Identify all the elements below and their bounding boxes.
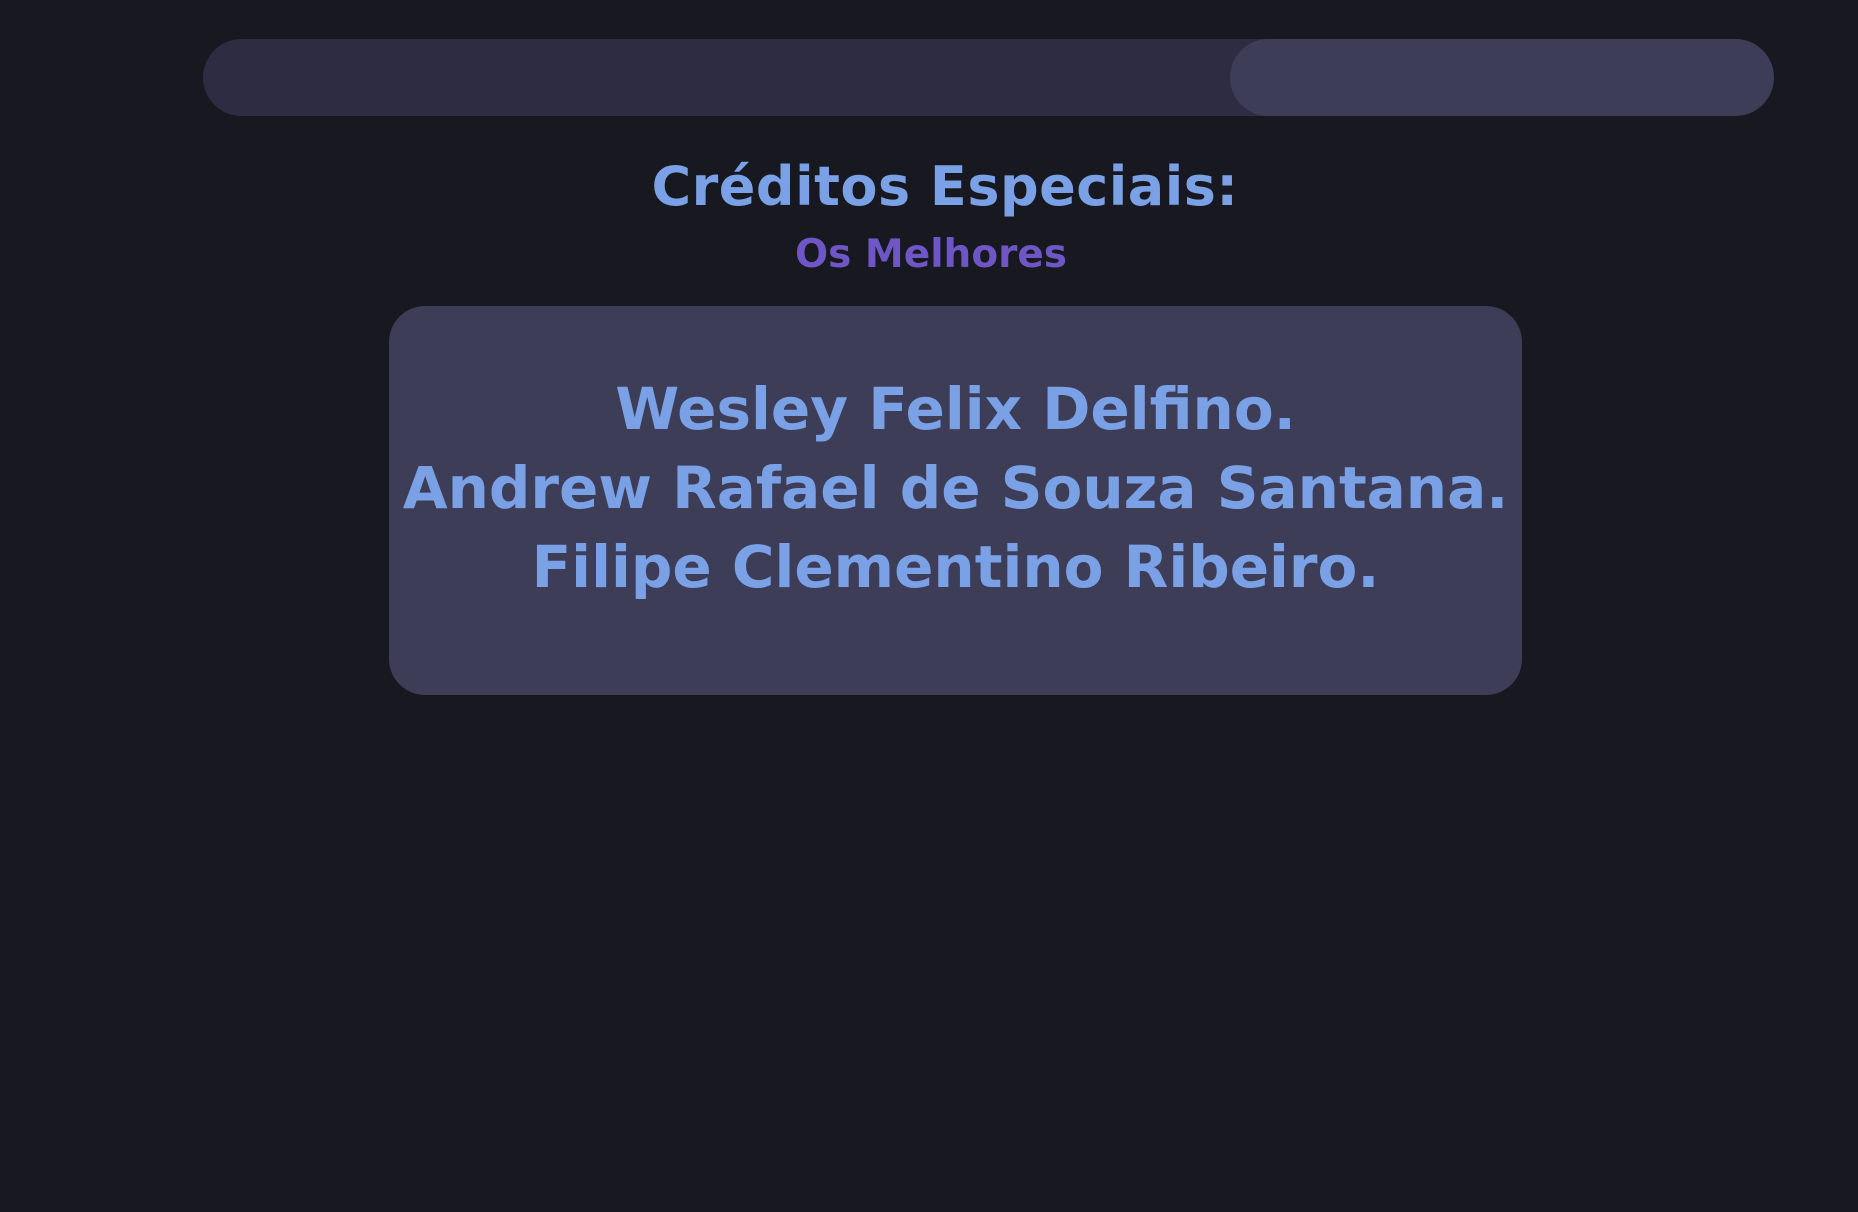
credit-name: Wesley Felix Delfino. [615,375,1296,443]
credit-name: Filipe Clementino Ribeiro. [531,533,1380,601]
page-title: Créditos Especiais: [651,155,1239,218]
top-bar-active-segment[interactable] [1230,39,1774,116]
credits-list: Wesley Felix Delfino. Andrew Rafael de S… [389,370,1522,607]
top-navigation-bar [203,39,1774,116]
page-subtitle: Os Melhores [794,232,1068,277]
credits-card: Wesley Felix Delfino. Andrew Rafael de S… [389,306,1522,695]
credit-name: Andrew Rafael de Souza Santana. [402,454,1509,522]
credits-page: Créditos Especiais: Os Melhores Wesley F… [0,0,1858,1212]
